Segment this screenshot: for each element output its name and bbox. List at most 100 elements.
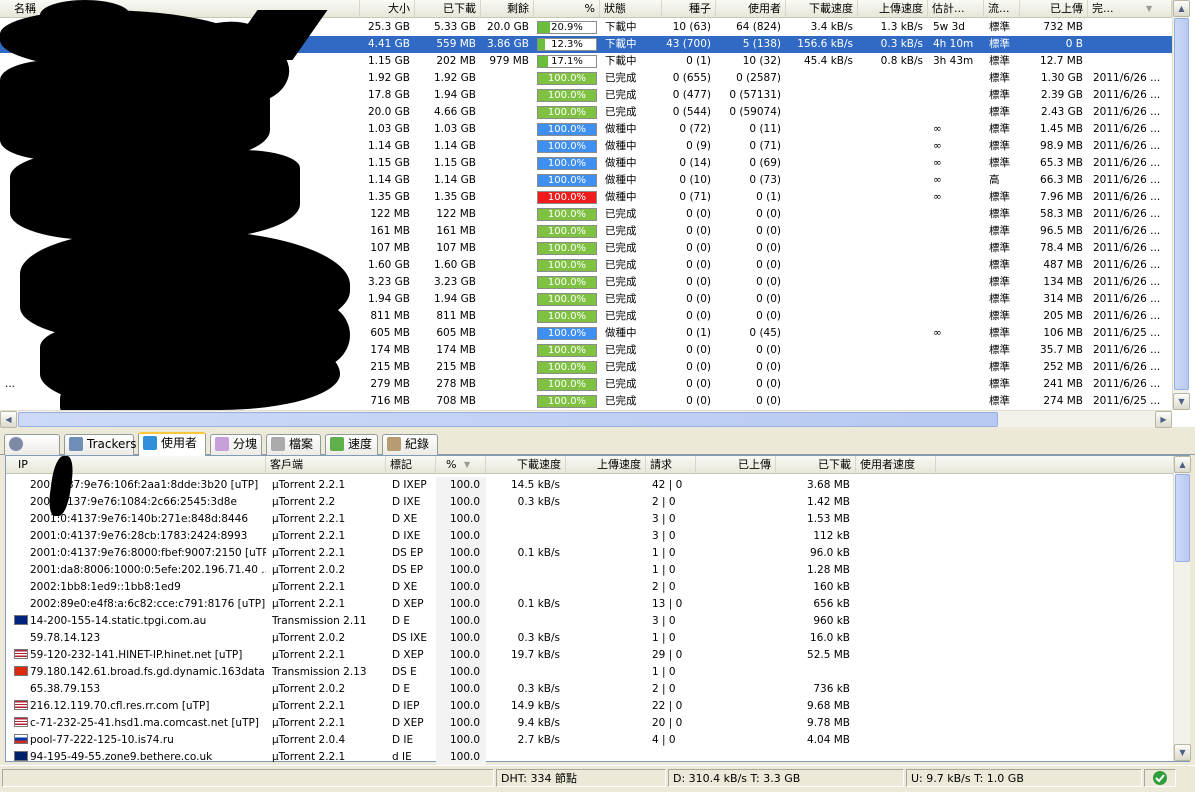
column-header-percent[interactable]: % — [534, 0, 600, 17]
peer-up-speed — [566, 579, 646, 596]
torrent-list-hscrollbar[interactable]: ◀ ▶ — [0, 410, 1172, 428]
peer-column-header-up-speed[interactable]: 上傳速度 — [566, 456, 646, 473]
network-ok-icon[interactable] — [1144, 769, 1176, 787]
scroll-up-arrow-icon[interactable]: ▲ — [1173, 0, 1190, 17]
scroll-thumb[interactable] — [1175, 474, 1190, 562]
scroll-up-arrow-icon[interactable]: ▲ — [1174, 456, 1191, 473]
torrent-up-speed — [858, 240, 928, 257]
peer-row[interactable]: 216.12.119.70.cfl.res.rr.com [uTP] µTorre… — [6, 698, 1173, 715]
scroll-down-arrow-icon[interactable]: ▼ — [1174, 744, 1191, 761]
progress-label: 100.0% — [547, 141, 587, 152]
column-header-eta[interactable]: 估計... — [928, 0, 984, 17]
tab-files[interactable]: 檔案 — [266, 434, 321, 455]
peer-up-speed — [566, 494, 646, 511]
peer-client: µTorrent 2.2.1 — [272, 530, 346, 542]
peer-row[interactable]: 14-200-155-14.static.tpgi.com.au Transmis… — [6, 613, 1173, 630]
scroll-thumb[interactable] — [1174, 18, 1189, 390]
peer-reqs: 1 | 0 — [652, 564, 676, 576]
progress-label: 20.9% — [551, 22, 583, 33]
peer-column-header-flags[interactable]: 標記 — [386, 456, 436, 473]
column-header-status[interactable]: 狀態 — [600, 0, 662, 17]
torrent-up-speed — [858, 138, 928, 155]
torrent-size: 174 MB — [370, 344, 410, 356]
torrent-list-vscrollbar[interactable]: ▲ ▼ — [1172, 0, 1190, 410]
column-header-downloaded[interactable]: 已下載 — [415, 0, 481, 17]
peer-column-header-client[interactable]: 客戶端 — [266, 456, 386, 473]
peer-row[interactable]: 2002:89e0:e4f8:a:6c82:cce:c791:8176 [uTP… — [6, 596, 1173, 613]
progress-label: 100.0% — [547, 226, 587, 237]
torrent-remaining: 3.86 GB — [486, 38, 529, 50]
column-header-up-speed[interactable]: 上傳速度 — [858, 0, 928, 17]
torrent-list[interactable]: 名稱 大小 已下載 剩餘% 狀態 種子 使用者 下載速度 上傳速度 估計... 流... 已上傳 完..… — [0, 0, 1195, 428]
progress-bar: 100.0% — [537, 378, 597, 391]
column-header-down-speed[interactable]: 下載速度 — [786, 0, 858, 17]
torrent-peers: 0 (0) — [756, 344, 781, 356]
peer-row[interactable]: 200:4137:9e76:106f:2aa1:8dde:3b20 [uTP] µ… — [6, 477, 1173, 494]
column-header-priority[interactable]: 流... — [984, 0, 1020, 17]
peer-column-header-peer-dl[interactable]: 使用者速度 — [856, 456, 936, 473]
peer-downloaded: 1.28 MB — [807, 564, 850, 576]
peer-row[interactable]: c-71-232-25-41.hsd1.ma.comcast.net [uTP]… — [6, 715, 1173, 732]
peer-down-speed: 19.7 kB/s — [510, 649, 560, 661]
peer-row[interactable]: 2002:1bb8:1ed9::1bb8:1ed9 µTorrent 2.2.1 D… — [6, 579, 1173, 596]
scroll-left-arrow-icon[interactable]: ◀ — [0, 411, 17, 428]
peers-list[interactable]: IP 客戶端 標記% 下載速度 上傳速度 請求 已上傳 已下載 使用者速度 ▼ 200:4137:… — [5, 455, 1191, 766]
torrent-down-speed — [786, 155, 858, 172]
column-header-seeds[interactable]: 種子 — [662, 0, 716, 17]
peer-row[interactable]: 2001:0:4137:9e76:28cb:1783:2424:8993 µTor… — [6, 528, 1173, 545]
progress-label: 100.0% — [547, 90, 587, 101]
peers-list-vscrollbar[interactable]: ▲ ▼ — [1173, 456, 1191, 761]
torrent-peers: 0 (11) — [749, 123, 781, 135]
peer-flags: DS EP — [392, 564, 424, 576]
column-header-peers[interactable]: 使用者 — [716, 0, 786, 17]
tab-pieces[interactable]: 分塊 — [210, 434, 262, 455]
progress-bar: 100.0% — [537, 259, 597, 272]
peer-downloaded: 1.53 MB — [807, 513, 850, 525]
peer-up-speed — [566, 664, 646, 681]
column-header-completed-on[interactable]: 完... — [1088, 0, 1172, 17]
peer-column-header-uploaded[interactable]: 已上傳 — [696, 456, 776, 473]
peer-reqs: 1 | 0 — [652, 632, 676, 644]
peer-row[interactable]: pool-77-222-125-10.is74.ru µTorrent 2.0.4… — [6, 732, 1173, 749]
torrent-eta: ∞ — [933, 140, 942, 152]
peer-column-header-ip[interactable]: IP — [6, 456, 266, 473]
peer-row[interactable]: 2001:0:4137:9e76:8000:fbef:9007:2150 [uT… — [6, 545, 1173, 562]
peer-client: µTorrent 2.2.1 — [272, 700, 346, 712]
progress-bar: 100.0% — [537, 327, 597, 340]
tab-peers[interactable]: 使用者 — [138, 432, 206, 456]
pieces-icon — [215, 437, 229, 451]
tab-trackers[interactable]: Trackers — [64, 434, 137, 455]
peer-column-header-reqs[interactable]: 請求 — [646, 456, 696, 473]
peer-row[interactable]: 79.180.142.61.broad.fs.gd.dynamic.163dat… — [6, 664, 1173, 681]
peer-row[interactable]: 59.78.14.123 µTorrent 2.0.2 DS IXE 100.0 0.3… — [6, 630, 1173, 647]
torrent-peers: 0 (73) — [749, 174, 781, 186]
torrent-priority: 標準 — [989, 310, 1010, 322]
peer-up-speed — [566, 647, 646, 664]
hscroll-thumb[interactable] — [18, 412, 998, 427]
column-header-size[interactable]: 大小 — [360, 0, 415, 17]
torrent-completed-on: 2011/6/25 ... — [1093, 395, 1161, 407]
torrent-down-speed — [786, 172, 858, 189]
peer-row[interactable]: 94-195-49-55.zone9.bethere.co.uk µTorrent… — [6, 749, 1173, 766]
tab-info[interactable] — [4, 434, 60, 455]
peer-row[interactable]: 2001:da8:8006:1000:0:5efe:202.196.71.40 … — [6, 562, 1173, 579]
torrent-downloaded: 1.35 GB — [433, 191, 476, 203]
tab-speed[interactable]: 速度 — [325, 434, 378, 455]
peer-column-header-down-speed[interactable]: 下載速度 — [486, 456, 566, 473]
progress-label: 100.0% — [547, 294, 587, 305]
peer-row[interactable]: 59-120-232-141.HINET-IP.hinet.net [uTP] µ… — [6, 647, 1173, 664]
scroll-right-arrow-icon[interactable]: ▶ — [1155, 411, 1172, 428]
peer-column-header-percent[interactable]: % — [436, 456, 486, 473]
peer-up-speed — [566, 715, 646, 732]
peer-column-header-downloaded[interactable]: 已下載 — [776, 456, 856, 473]
peer-row[interactable]: 2001:4137:9e76:1084:2c66:2545:3d8e µTorre… — [6, 494, 1173, 511]
scroll-down-arrow-icon[interactable]: ▼ — [1173, 393, 1190, 410]
torrent-status: 已完成 — [605, 208, 637, 220]
progress-label: 100.0% — [547, 328, 587, 339]
tab-logger[interactable]: 紀錄 — [382, 434, 438, 455]
peer-row[interactable]: 2001:0:4137:9e76:140b:271e:848d:8446 µTor… — [6, 511, 1173, 528]
column-header-uploaded[interactable]: 已上傳 — [1020, 0, 1088, 17]
peer-row[interactable]: 65.38.79.153 µTorrent 2.0.2 D E 100.0 0.3 kB… — [6, 681, 1173, 698]
torrent-eta — [928, 70, 984, 87]
column-header-remaining[interactable]: 剩餘 — [481, 0, 534, 17]
